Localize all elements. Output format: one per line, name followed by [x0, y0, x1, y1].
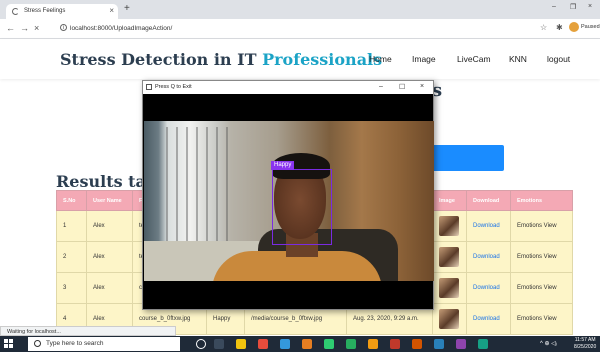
camera-minimize-button[interactable]: –	[379, 83, 383, 90]
cell-sno: 2	[56, 241, 87, 273]
acrobat-icon[interactable]	[390, 339, 400, 349]
col-download: Download	[466, 190, 511, 211]
submit-button[interactable]	[432, 145, 504, 171]
download-link[interactable]: Download	[466, 303, 511, 335]
thumbnail-image[interactable]	[439, 247, 459, 267]
clock-time: 11:57 AM	[574, 337, 596, 343]
face-detection-box	[272, 169, 332, 245]
thumbnail-image[interactable]	[439, 216, 459, 236]
forward-button[interactable]: →	[20, 23, 29, 33]
col-sno: S.No	[56, 190, 87, 211]
task-view-icon[interactable]	[214, 339, 224, 349]
browser-status-bar: Waiting for localhost...	[0, 326, 176, 336]
taskbar-search-input[interactable]: Type here to search	[28, 337, 180, 351]
python-icon[interactable]	[478, 339, 488, 349]
camera-close-button[interactable]: ×	[420, 83, 424, 90]
camera-feed: Happy	[144, 121, 434, 281]
site-info-icon[interactable]: i	[60, 24, 67, 31]
nav-logout[interactable]: logout	[547, 54, 570, 64]
camera-window[interactable]: Press Q to Exit – ☐ × Happy	[142, 80, 434, 310]
nav-image[interactable]: Image	[412, 54, 436, 64]
thumbnail-image[interactable]	[439, 309, 459, 329]
system-tray[interactable]: ^ ⊕ ◁ᵢ	[540, 340, 557, 347]
profile-status: Paused	[581, 24, 600, 30]
windows-start-icon[interactable]	[4, 339, 14, 349]
cell-user: Alex	[86, 210, 133, 242]
thumbnail-image[interactable]	[439, 278, 459, 298]
col-emotions: Emotions	[510, 190, 573, 211]
emotions-view-link[interactable]: Emotions View	[510, 303, 573, 335]
clock-date: 8/25/2020	[574, 344, 597, 350]
nav-home[interactable]: Home	[369, 54, 392, 64]
brand-main: Stress Detection in IT	[60, 50, 263, 69]
browser-toolbar: ← → × i localhost:8000/UploadImageAction…	[0, 19, 600, 39]
taskbar-search-placeholder: Type here to search	[46, 340, 104, 347]
url-text: localhost:8000/UploadImageAction/	[70, 25, 173, 32]
stop-button[interactable]: ×	[34, 23, 39, 33]
col-image: Image	[432, 190, 467, 211]
new-tab-button[interactable]: +	[124, 3, 130, 14]
explorer-icon[interactable]	[368, 339, 378, 349]
powerpoint-icon[interactable]	[412, 339, 422, 349]
tab-title: Stress Feelings	[24, 8, 66, 14]
browser-tab[interactable]: Stress Feelings ×	[6, 4, 118, 19]
bookmark-star-icon[interactable]: ☆	[540, 23, 547, 32]
cell-image	[432, 272, 467, 304]
window-close-button[interactable]: ×	[588, 3, 592, 10]
camera-window-title: Press Q to Exit	[155, 84, 192, 90]
cell-image	[432, 210, 467, 242]
col-username: User Name	[86, 190, 133, 211]
cell-image	[432, 303, 467, 335]
camera-window-titlebar[interactable]: Press Q to Exit – ☐ ×	[143, 81, 433, 94]
file-explorer-icon[interactable]	[236, 339, 246, 349]
cell-sno: 3	[56, 272, 87, 304]
cell-image	[432, 241, 467, 273]
taskbar-clock[interactable]: 11:57 AM 8/25/2020	[574, 337, 596, 351]
site-brand[interactable]: Stress Detection in IT Professionals	[60, 50, 382, 69]
emotion-label: Happy	[271, 161, 295, 170]
window-app-icon	[146, 84, 152, 90]
opera-icon[interactable]	[258, 339, 268, 349]
address-bar[interactable]: i localhost:8000/UploadImageAction/	[60, 22, 534, 36]
cell-user: Alex	[86, 241, 133, 273]
window-minimize-button[interactable]: –	[552, 3, 556, 10]
emotions-view-link[interactable]: Emotions View	[510, 272, 573, 304]
camera-maximize-button[interactable]: ☐	[399, 83, 405, 91]
cell-sno: 1	[56, 210, 87, 242]
background-window	[158, 127, 236, 247]
loading-icon	[12, 8, 19, 15]
vscode-icon[interactable]	[280, 339, 290, 349]
back-button[interactable]: ←	[6, 23, 15, 33]
brand-accent: Professionals	[262, 50, 383, 69]
browser-tab-bar: Stress Feelings × + – ❐ ×	[0, 0, 600, 19]
cell-user: Alex	[86, 272, 133, 304]
download-link[interactable]: Download	[466, 210, 511, 242]
excel-icon[interactable]	[346, 339, 356, 349]
download-link[interactable]: Download	[466, 241, 511, 273]
windows-taskbar: Type here to search ^ ⊕ ◁ᵢ 11:57 AM 8/25…	[0, 336, 600, 352]
profile-avatar[interactable]	[569, 22, 579, 32]
nav-livecam[interactable]: LiveCam	[457, 54, 491, 64]
emotions-view-link[interactable]: Emotions View	[510, 241, 573, 273]
nav-knn[interactable]: KNN	[509, 54, 527, 64]
window-maximize-button[interactable]: ❐	[570, 3, 576, 11]
site-header: Stress Detection in IT Professionals Hom…	[0, 39, 600, 79]
emotions-view-link[interactable]: Emotions View	[510, 210, 573, 242]
cortana-icon[interactable]	[196, 339, 206, 349]
firefox-icon[interactable]	[302, 339, 312, 349]
tab-close-icon[interactable]: ×	[109, 6, 114, 15]
word-icon[interactable]	[434, 339, 444, 349]
download-link[interactable]: Download	[466, 272, 511, 304]
search-icon	[34, 340, 41, 347]
extensions-icon[interactable]: ✱	[556, 23, 563, 32]
chrome-icon[interactable]	[324, 339, 334, 349]
app-icon[interactable]	[456, 339, 466, 349]
